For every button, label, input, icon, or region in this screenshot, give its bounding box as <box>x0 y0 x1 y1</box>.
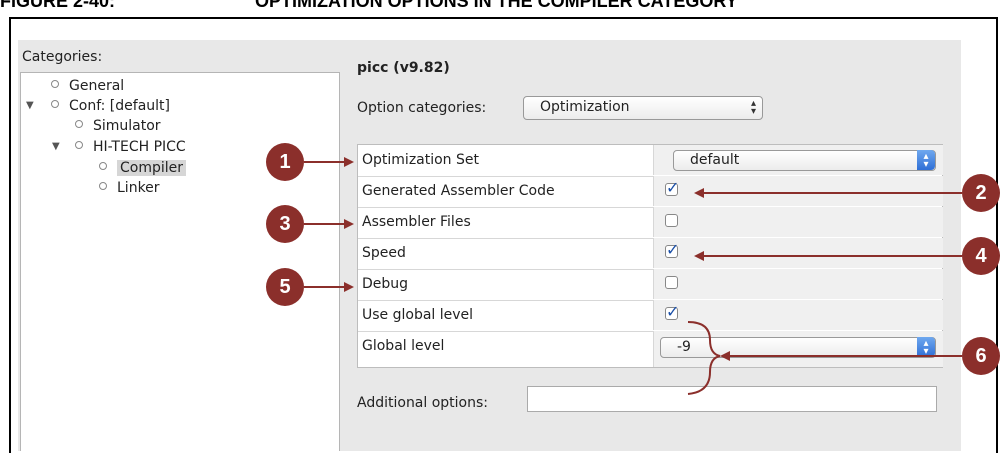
callout-2: 2 <box>962 174 1000 212</box>
callout-5: 5 <box>266 268 304 306</box>
callout-6: 6 <box>962 337 1000 375</box>
callout-1: 1 <box>266 143 304 181</box>
brace-6 <box>687 321 721 395</box>
callout-3: 3 <box>266 205 304 243</box>
callout-arrows <box>304 157 962 395</box>
callout-4: 4 <box>962 237 1000 275</box>
